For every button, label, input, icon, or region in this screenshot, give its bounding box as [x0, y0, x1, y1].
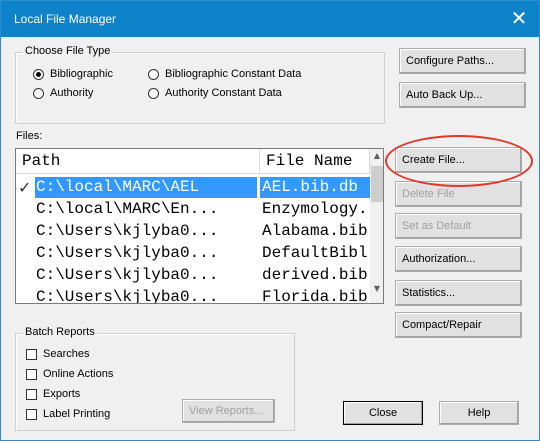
radio-authority[interactable]: Authority [33, 87, 93, 99]
file-row[interactable]: C:\Users\kjlyba0... derived.bib [16, 265, 370, 286]
file-list[interactable]: Path File Name ✓ C:\local\MARC\AEL AEL.b… [15, 148, 384, 304]
column-header-file-name[interactable]: File Name [260, 149, 370, 174]
checkbox-box [26, 408, 37, 420]
row-path: C:\Users\kjlyba0... [36, 288, 219, 304]
default-check-icon: ✓ [18, 178, 32, 197]
file-list-header: Path File Name [16, 149, 370, 174]
close-button[interactable]: Close [343, 401, 423, 425]
file-row[interactable]: C:\Users\kjlyba0... Alabama.bib [16, 221, 370, 242]
row-file-name: DefaultBibl [262, 244, 368, 262]
file-row[interactable]: C:\Users\kjlyba0... Florida.bib [16, 287, 370, 304]
row-file-name: Florida.bib [262, 288, 368, 304]
authorization-button[interactable]: Authorization... [395, 246, 522, 272]
annotation-ellipse [385, 135, 533, 187]
scroll-thumb[interactable] [371, 166, 383, 202]
row-path: C:\Users\kjlyba0... [36, 266, 219, 284]
choose-file-type-legend: Choose File Type [23, 45, 113, 57]
checkbox-label: Online Actions [43, 368, 114, 380]
file-row[interactable]: ✓ C:\local\MARC\AEL AEL.bib.db [16, 177, 370, 198]
checkbox-exports[interactable]: Exports [26, 388, 80, 400]
radio-bibliographic[interactable]: Bibliographic [33, 68, 113, 80]
radio-label: Authority Constant Data [165, 87, 282, 99]
row-file-name: derived.bib [262, 266, 368, 284]
checkbox-label: Searches [43, 348, 90, 360]
compact-repair-button[interactable]: Compact/Repair [395, 312, 522, 338]
checkbox-box [26, 388, 37, 400]
radio-indicator [148, 87, 159, 99]
scroll-down-icon[interactable]: ▼ [370, 282, 383, 296]
statistics-button[interactable]: Statistics... [395, 280, 522, 306]
files-label: Files: [16, 130, 43, 142]
radio-label: Authority [50, 87, 94, 99]
checkbox-searches[interactable]: Searches [26, 348, 89, 360]
file-list-rows: ✓ C:\local\MARC\AEL AEL.bib.db C:\local\… [16, 175, 370, 304]
batch-reports-legend: Batch Reports [23, 326, 97, 338]
title-bar[interactable]: Local File Manager ✕ [1, 1, 539, 37]
view-reports-button[interactable]: View Reports... [182, 399, 275, 423]
row-file-name: AEL.bib.db [260, 177, 370, 198]
radio-bibliographic-constant-data[interactable]: Bibliographic Constant Data [148, 68, 301, 80]
auto-back-up-button[interactable]: Auto Back Up... [399, 82, 526, 108]
column-header-path[interactable]: Path [16, 149, 260, 174]
checkbox-box [26, 368, 37, 380]
row-path: C:\Users\kjlyba0... [36, 222, 219, 240]
local-file-manager-window: Local File Manager ✕ Choose File Type Bi… [0, 0, 540, 441]
set-as-default-button[interactable]: Set as Default [395, 213, 522, 239]
radio-label: Bibliographic Constant Data [165, 68, 302, 80]
checkbox-label: Label Printing [43, 408, 111, 420]
close-icon[interactable]: ✕ [505, 5, 533, 33]
radio-indicator [33, 68, 44, 80]
help-button[interactable]: Help [439, 401, 519, 425]
radio-label: Bibliographic [50, 68, 113, 80]
checkbox-online-actions[interactable]: Online Actions [26, 368, 113, 380]
row-path: C:\Users\kjlyba0... [36, 244, 219, 262]
vertical-scrollbar[interactable]: ▲ ▼ [370, 149, 383, 303]
row-file-name: Alabama.bib [262, 222, 368, 240]
row-path: C:\local\MARC\En... [36, 200, 219, 218]
row-path: C:\local\MARC\AEL [35, 177, 257, 198]
configure-paths-button[interactable]: Configure Paths... [399, 48, 526, 74]
radio-indicator [148, 68, 159, 80]
window-title: Local File Manager [14, 12, 117, 26]
row-file-name: Enzymology. [262, 200, 368, 218]
checkbox-label-printing[interactable]: Label Printing [26, 408, 110, 420]
checkbox-label: Exports [43, 388, 81, 400]
file-row[interactable]: C:\local\MARC\En... Enzymology. [16, 199, 370, 220]
checkbox-box [26, 348, 37, 360]
scroll-up-icon[interactable]: ▲ [370, 149, 383, 163]
radio-authority-constant-data[interactable]: Authority Constant Data [148, 87, 282, 99]
file-row[interactable]: C:\Users\kjlyba0... DefaultBibl [16, 243, 370, 264]
radio-indicator [33, 87, 44, 99]
